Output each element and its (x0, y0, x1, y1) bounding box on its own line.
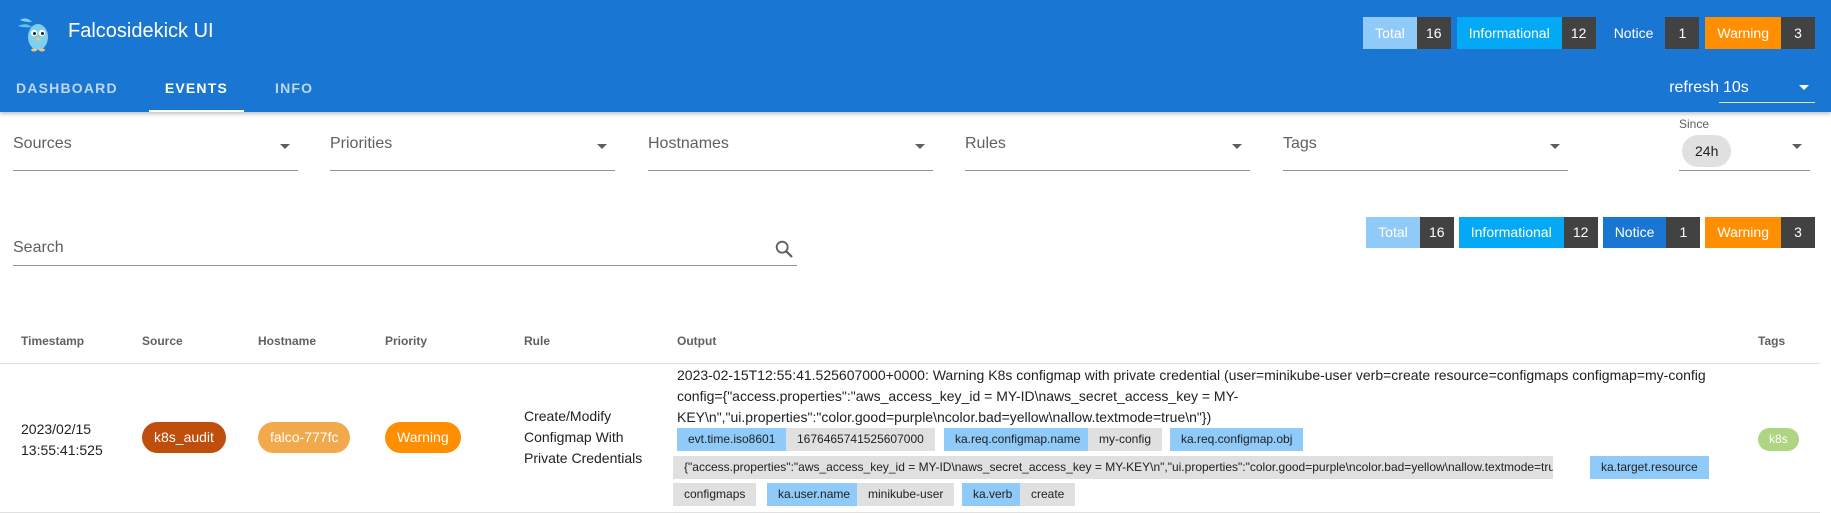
chevron-down-icon (280, 144, 290, 149)
tab-dashboard[interactable]: DASHBOARD (0, 64, 134, 112)
priority-chip[interactable]: Warning (385, 422, 461, 453)
field-key[interactable]: evt.time.iso8601 (677, 428, 787, 451)
counter-label: Total (1363, 17, 1417, 49)
field-key[interactable]: ka.target.resource (1590, 456, 1709, 479)
chevron-down-icon (1799, 85, 1809, 90)
tab-info[interactable]: INFO (259, 64, 329, 112)
stats-counter-notice[interactable]: Notice 1 (1602, 217, 1701, 248)
counter-count: 16 (1416, 17, 1451, 49)
header-counter-warning[interactable]: Warning 3 (1705, 17, 1815, 49)
header-counters: Total 16 Informational 12 Notice 1 Warni… (1357, 17, 1815, 49)
output-line: KEY\n","ui.properties":"color.good=purpl… (677, 409, 1212, 425)
top-bar: Falcosidekick UI Total 16 Informational … (0, 0, 1831, 64)
rule-line: Private Credentials (524, 450, 643, 466)
output-text: 2023-02-15T12:55:41.525607000+0000: Warn… (677, 365, 1737, 428)
rule-line: Configmap With (524, 429, 624, 445)
since-chip[interactable]: 24h (1682, 135, 1732, 167)
column-header-priority[interactable]: Priority (385, 334, 427, 348)
counter-count: 1 (1666, 217, 1701, 248)
chevron-down-icon (1792, 144, 1802, 149)
counter-label: Notice (1601, 17, 1666, 49)
counter-label: Notice (1602, 217, 1667, 248)
counter-label: Informational (1458, 217, 1564, 248)
field-value: create (1020, 483, 1076, 506)
column-header-tags[interactable]: Tags (1758, 334, 1785, 348)
rule-cell: Create/Modify Configmap With Private Cre… (524, 406, 654, 469)
stats-counter-warning[interactable]: Warning 3 (1705, 217, 1815, 248)
sources-select[interactable]: Sources (13, 125, 298, 171)
priorities-select[interactable]: Priorities (330, 125, 615, 171)
counter-count: 1 (1665, 17, 1700, 49)
header-counter-notice[interactable]: Notice 1 (1601, 17, 1700, 49)
sources-label: Sources (13, 135, 72, 152)
table-row[interactable]: 2023/02/15 13:55:41:525 k8s_audit falco-… (0, 364, 1820, 513)
falco-logo-icon (18, 18, 48, 52)
chevron-down-icon (1550, 144, 1560, 149)
field-key[interactable]: ka.verb (962, 483, 1024, 506)
refresh-select[interactable]: 10s (1719, 73, 1815, 103)
output-line: 2023-02-15T12:55:41.525607000+0000: Warn… (677, 367, 1706, 383)
column-header-hostname[interactable]: Hostname (258, 334, 316, 348)
timestamp-cell: 2023/02/15 13:55:41:525 (21, 419, 103, 461)
counter-label: Total (1366, 217, 1420, 248)
field-value: my-config (1088, 428, 1163, 451)
search-label: Search (13, 239, 64, 256)
refresh-label: refresh (1669, 79, 1719, 96)
rules-select[interactable]: Rules (965, 125, 1250, 171)
refresh-value: 10s (1723, 79, 1749, 96)
app-header: Falcosidekick UI Total 16 Informational … (0, 0, 1831, 112)
field-value: 1676465741525607000 (786, 428, 935, 451)
timestamp-time: 13:55:41:525 (21, 442, 103, 458)
counter-count: 3 (1781, 17, 1815, 49)
tab-events[interactable]: EVENTS (148, 64, 245, 112)
tags-label: Tags (1283, 135, 1317, 152)
counter-count: 16 (1419, 217, 1454, 248)
column-header-timestamp[interactable]: Timestamp (21, 334, 84, 348)
events-table-header: Timestamp Source Hostname Priority Rule … (0, 322, 1820, 364)
counter-label: Warning (1705, 17, 1781, 49)
counter-count: 3 (1781, 217, 1815, 248)
rule-line: Create/Modify (524, 408, 612, 424)
counter-count: 12 (1561, 17, 1596, 49)
timestamp-date: 2023/02/15 (21, 421, 92, 437)
header-counter-total[interactable]: Total 16 (1363, 17, 1451, 49)
column-header-output[interactable]: Output (677, 334, 716, 348)
chevron-down-icon (915, 144, 925, 149)
nav-tabs: DASHBOARD EVENTS INFO (0, 64, 344, 112)
since-label: Since (1679, 117, 1710, 131)
hostnames-select[interactable]: Hostnames (648, 125, 933, 171)
field-value: {"access.properties":"aws_access_key_id … (673, 456, 1553, 479)
hostname-chip[interactable]: falco-777fc (258, 422, 351, 453)
counter-label: Informational (1456, 17, 1562, 49)
field-key[interactable]: ka.req.configmap.name (944, 428, 1092, 451)
priorities-label: Priorities (330, 135, 393, 152)
header-counter-informational[interactable]: Informational 12 (1456, 17, 1596, 49)
field-value: minikube-user (857, 483, 955, 506)
source-chip[interactable]: k8s_audit (142, 422, 226, 453)
field-key[interactable]: ka.user.name (767, 483, 862, 506)
counter-label: Warning (1705, 217, 1781, 248)
chevron-down-icon (597, 144, 607, 149)
chevron-down-icon (1232, 144, 1242, 149)
app-title: Falcosidekick UI (68, 20, 214, 42)
counter-count: 12 (1563, 217, 1598, 248)
rules-label: Rules (965, 135, 1006, 152)
search-input[interactable]: Search (13, 232, 797, 266)
column-header-rule[interactable]: Rule (524, 334, 550, 348)
field-key[interactable]: ka.req.configmap.obj (1170, 428, 1304, 451)
tags-select[interactable]: Tags (1283, 125, 1568, 171)
output-line: config={"access.properties":"aws_access_… (677, 388, 1239, 404)
stats-counter-informational[interactable]: Informational 12 (1458, 217, 1598, 248)
column-header-source[interactable]: Source (142, 334, 183, 348)
tag-chip[interactable]: k8s (1758, 428, 1799, 451)
stats-counters: Total 16 Informational 12 Notice 1 Warni… (1361, 217, 1815, 248)
stats-counter-total[interactable]: Total 16 (1366, 217, 1454, 248)
hostnames-label: Hostnames (648, 135, 729, 152)
field-value: configmaps (673, 483, 757, 506)
search-icon[interactable] (773, 238, 795, 260)
